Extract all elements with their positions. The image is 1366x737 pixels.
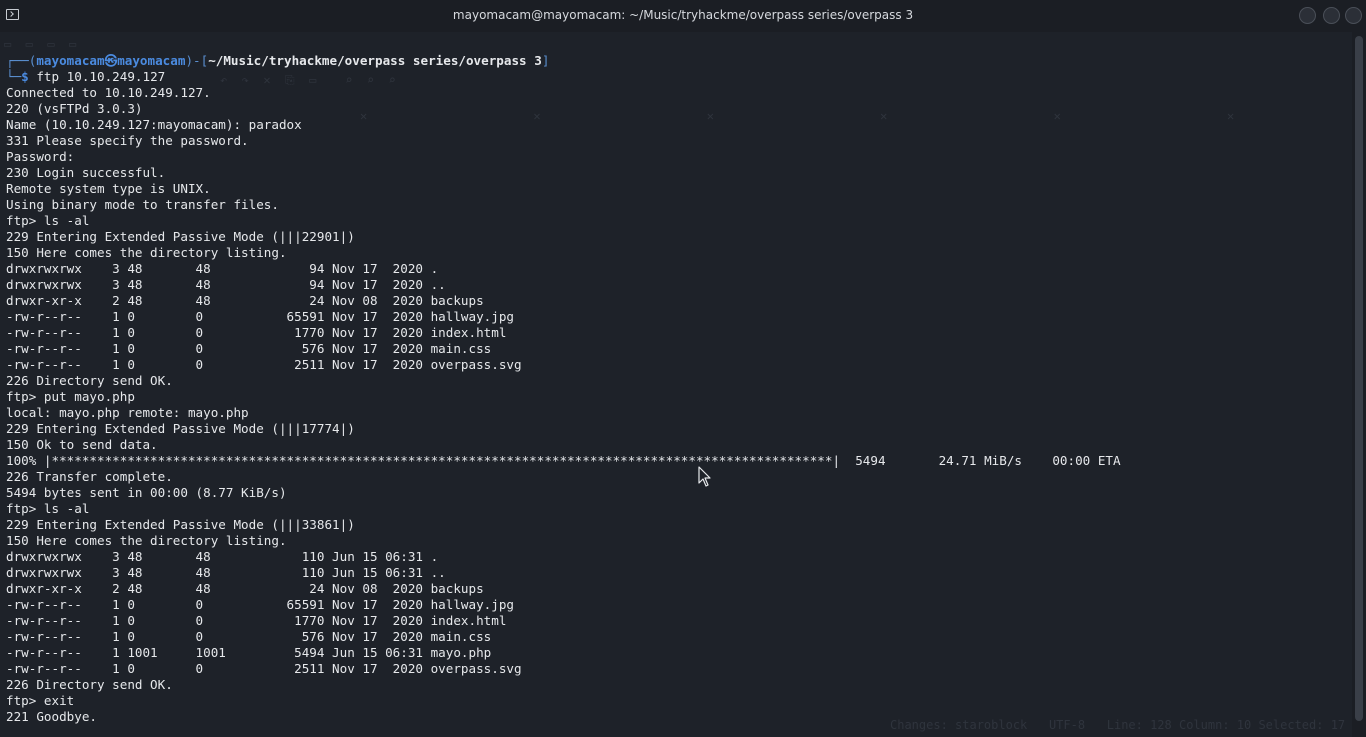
output-line: 150 Here comes the directory listing.: [6, 533, 287, 548]
listing-row: -rw-r--r-- 1 0 0 2511 Nov 17 2020 overpa…: [6, 357, 522, 372]
output-line: ftp> ls -al: [6, 501, 90, 516]
output-line: 5494 bytes sent in 00:00 (8.77 KiB/s): [6, 485, 287, 500]
output-line: 150 Here comes the directory listing.: [6, 245, 287, 260]
listing-row: drwxrwxrwx 3 48 48 94 Nov 17 2020 ..: [6, 277, 446, 292]
listing-row: drwxr-xr-x 2 48 48 24 Nov 08 2020 backup…: [6, 293, 484, 308]
listing-row: -rw-r--r-- 1 0 0 576 Nov 17 2020 main.cs…: [6, 629, 492, 644]
listing-row: -rw-r--r-- 1 0 0 65591 Nov 17 2020 hallw…: [6, 597, 514, 612]
minimize-button[interactable]: [1299, 7, 1316, 24]
output-line: ftp> ls -al: [6, 213, 90, 228]
window-title: mayomacam@mayomacam: ~/Music/tryhackme/o…: [452, 8, 914, 22]
command-text: ftp 10.10.249.127: [36, 69, 166, 84]
output-line: ftp> exit: [6, 693, 75, 708]
prompt-path: ~/Music/tryhackme/overpass series/overpa…: [208, 53, 542, 68]
prompt-host: mayomacam: [117, 53, 186, 68]
output-line: Connected to 10.10.249.127.: [6, 85, 211, 100]
output-line: 230 Login successful.: [6, 165, 166, 180]
terminal-scrollbar[interactable]: [1352, 32, 1366, 737]
listing-row: -rw-r--r-- 1 0 0 1770 Nov 17 2020 index.…: [6, 325, 507, 340]
listing-row: drwxr-xr-x 2 48 48 24 Nov 08 2020 backup…: [6, 581, 484, 596]
output-line: 229 Entering Extended Passive Mode (|||1…: [6, 421, 355, 436]
output-line: 150 Ok to send data.: [6, 437, 158, 452]
output-line: 229 Entering Extended Passive Mode (|||3…: [6, 517, 355, 532]
listing-row: -rw-r--r-- 1 0 0 2511 Nov 17 2020 overpa…: [6, 661, 522, 676]
output-line: Using binary mode to transfer files.: [6, 197, 279, 212]
output-line: 221 Goodbye.: [6, 709, 97, 724]
output-line: local: mayo.php remote: mayo.php: [6, 405, 249, 420]
output-line: 226 Transfer complete.: [6, 469, 173, 484]
listing-row: -rw-r--r-- 1 0 0 1770 Nov 17 2020 index.…: [6, 613, 507, 628]
maximize-button[interactable]: [1323, 7, 1340, 24]
output-line: ftp> put mayo.php: [6, 389, 135, 404]
listing-row: drwxrwxrwx 3 48 48 110 Jun 15 06:31 .: [6, 549, 439, 564]
prompt-user: mayomacam: [36, 53, 105, 68]
listing-row: -rw-r--r-- 1 0 0 65591 Nov 17 2020 hallw…: [6, 309, 514, 324]
transfer-progress: 100% |**********************************…: [6, 453, 1121, 468]
close-button[interactable]: [1345, 7, 1362, 24]
prompt-at: ㉿: [104, 53, 118, 68]
listing-row: drwxrwxrwx 3 48 48 94 Nov 17 2020 .: [6, 261, 439, 276]
listing-row: -rw-r--r-- 1 0 0 576 Nov 17 2020 main.cs…: [6, 341, 492, 356]
listing-row: -rw-r--r-- 1 1001 1001 5494 Jun 15 06:31…: [6, 645, 492, 660]
output-line: 331 Please specify the password.: [6, 133, 249, 148]
window-titlebar: mayomacam@mayomacam: ~/Music/tryhackme/o…: [0, 0, 1366, 32]
output-line: 226 Directory send OK.: [6, 373, 173, 388]
output-line: Password:: [6, 149, 75, 164]
prompt-line: ┌──(mayomacam㉿mayomacam)-[~/Music/tryhac…: [6, 53, 550, 68]
terminal-output[interactable]: ▭ ▭ ▭ ▭ ↶ ↷ ✕ ⎘ ▭ ⌕ ⌕ ⌕ ✕ ✕ ✕ ✕ ✕ ✕ ✕ Ch…: [0, 35, 1350, 737]
output-line: Remote system type is UNIX.: [6, 181, 211, 196]
output-line: 220 (vsFTPd 3.0.3): [6, 101, 143, 116]
command-line: └─$ ftp 10.10.249.127: [6, 69, 166, 84]
scrollbar-thumb[interactable]: [1355, 36, 1363, 721]
listing-row: drwxrwxrwx 3 48 48 110 Jun 15 06:31 ..: [6, 565, 446, 580]
output-line: 229 Entering Extended Passive Mode (|||2…: [6, 229, 355, 244]
output-line: Name (10.10.249.127:mayomacam): paradox: [6, 117, 302, 132]
output-line: 226 Directory send OK.: [6, 677, 173, 692]
